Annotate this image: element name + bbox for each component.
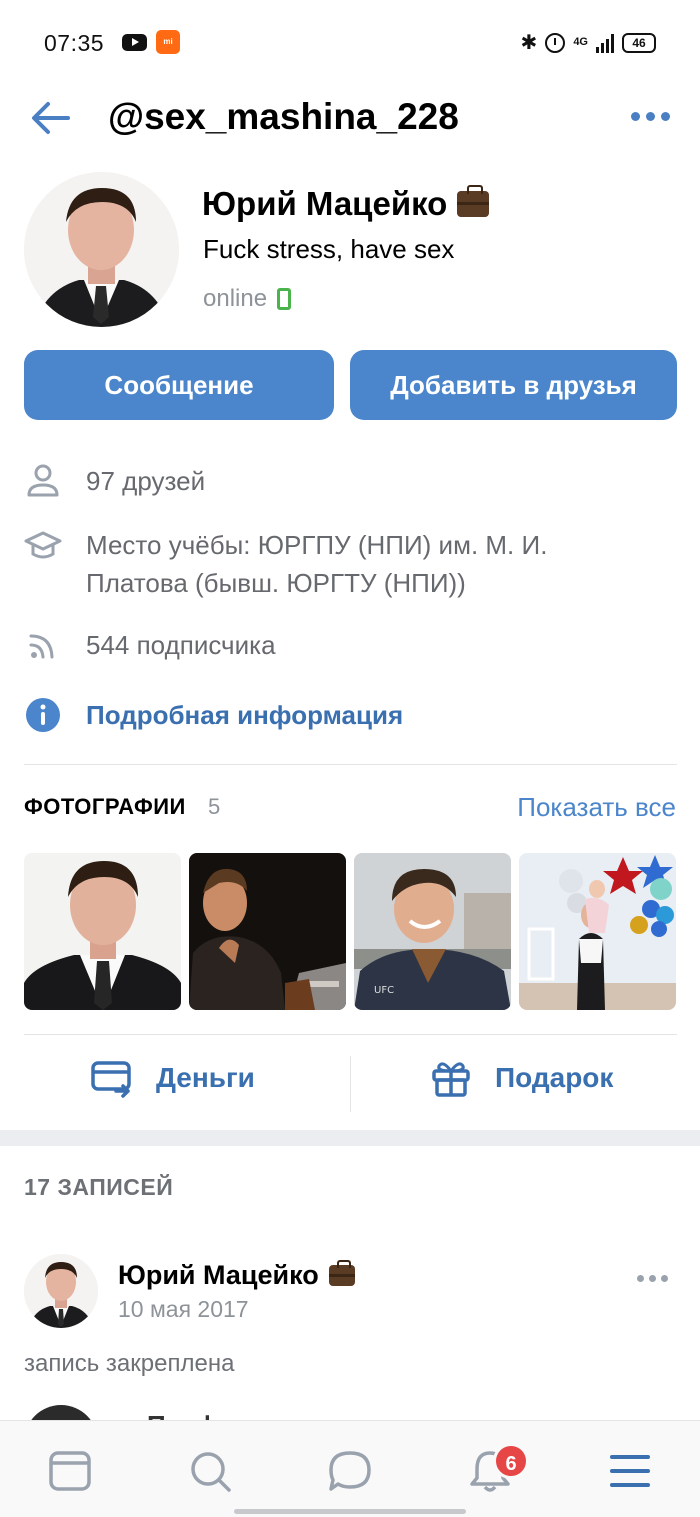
divider [24,764,677,765]
rss-icon [29,634,54,659]
gift-button[interactable]: Подарок [431,1058,613,1098]
post-author-avatar[interactable] [24,1254,98,1328]
bottom-navigation [0,1420,700,1517]
education-row: Место учёбы: ЮРГПУ (НПИ) им. М. И. Плато… [24,526,547,602]
money-transfer-icon [91,1061,131,1098]
action-separator [350,1056,351,1112]
post-author-name: Юрий Мацейко [118,1260,319,1290]
friends-count: 97 друзей [86,466,206,496]
money-label: Деньги [156,1062,255,1093]
education-text-2: Платова (бывш. ЮРГТУ (НПИ)) [86,568,466,598]
signal-icon [596,33,614,53]
battery-icon: 46 [622,32,656,53]
status-bar: 07:35 mi ✱ 4G 46 [0,0,700,86]
details-row[interactable]: Подробная информация [24,696,403,734]
nav-news[interactable] [48,1449,92,1493]
menu-icon [610,1455,650,1487]
friends-row[interactable]: 97 друзей [24,462,205,500]
photos-count: 5 [208,794,221,819]
gift-label: Подарок [495,1062,614,1093]
post-date: 10 мая 2017 [118,1296,249,1322]
show-all-photos-link[interactable]: Показать все [517,792,676,823]
followers-row[interactable]: 544 подписчика [24,626,276,664]
section-separator [0,1130,700,1146]
details-link[interactable]: Подробная информация [86,696,403,734]
add-friend-button[interactable]: Добавить в друзья [350,350,677,420]
gift-icon [432,1062,470,1097]
status-icons: ✱ 4G 46 [521,30,656,55]
photo-thumbnail[interactable] [24,853,181,1010]
youtube-icon [122,34,147,51]
photo-thumbnail[interactable] [189,853,346,1010]
alarm-icon [545,32,566,53]
photo-image [519,853,676,1010]
posts-count-title: 17 ЗАПИСЕЙ [24,1174,174,1200]
nav-search[interactable] [188,1449,232,1493]
page-title: @sex_mashina_228 [108,96,459,137]
top-bar: @sex_mashina_228 [0,86,700,150]
photos-title: ФОТОГРАФИИ [24,794,186,819]
photo-image [189,853,346,1010]
profile-avatar[interactable] [24,172,179,327]
online-indicator: online [203,285,292,313]
money-button[interactable]: Деньги [90,1058,255,1098]
profile-name: Юрий Мацейко [202,185,490,223]
messages-icon [329,1451,371,1491]
home-indicator[interactable] [234,1509,466,1514]
more-button[interactable] [631,112,670,121]
more-horizontal-icon [637,1275,644,1282]
divider [24,1034,677,1035]
message-button[interactable]: Сообщение [24,350,334,420]
bluetooth-icon: ✱ [520,32,538,54]
education-icon [24,531,62,559]
nav-messages[interactable] [328,1449,372,1493]
mi-app-icon: mi [156,30,180,54]
info-icon [26,698,60,732]
news-icon [49,1451,91,1491]
profile-name-text: Юрий Мацейко [202,185,448,222]
post-more-button[interactable] [637,1275,668,1282]
status-time: 07:35 [44,30,105,56]
photo-image: UFC [354,853,511,1010]
notifications-badge: 6 [493,1443,529,1479]
more-horizontal-icon [631,112,640,121]
mobile-icon [277,288,292,310]
followers-count: 544 подписчика [86,630,276,660]
search-icon [191,1452,231,1492]
photo-thumbnail[interactable] [519,853,676,1010]
briefcase-icon [328,1260,355,1286]
profile-status: Fuck stress, have sex [203,234,455,264]
photo-image [24,853,181,1010]
online-label: online [203,285,268,312]
photo-thumbnail[interactable]: UFC [354,853,511,1010]
back-button[interactable] [28,98,72,138]
education-text: Место учёбы: ЮРГПУ (НПИ) им. М. И. [86,530,548,560]
arrow-left-icon [32,102,70,134]
post-author[interactable]: Юрий Мацейко [118,1260,355,1291]
network-type: 4G [573,36,588,48]
briefcase-icon [457,185,490,217]
nav-menu[interactable] [608,1449,652,1493]
avatar-image [24,172,179,327]
user-icon [27,464,59,497]
pinned-label: запись закреплена [24,1350,235,1377]
svg-text:UFC: UFC [374,985,394,996]
avatar-image [24,1254,98,1328]
